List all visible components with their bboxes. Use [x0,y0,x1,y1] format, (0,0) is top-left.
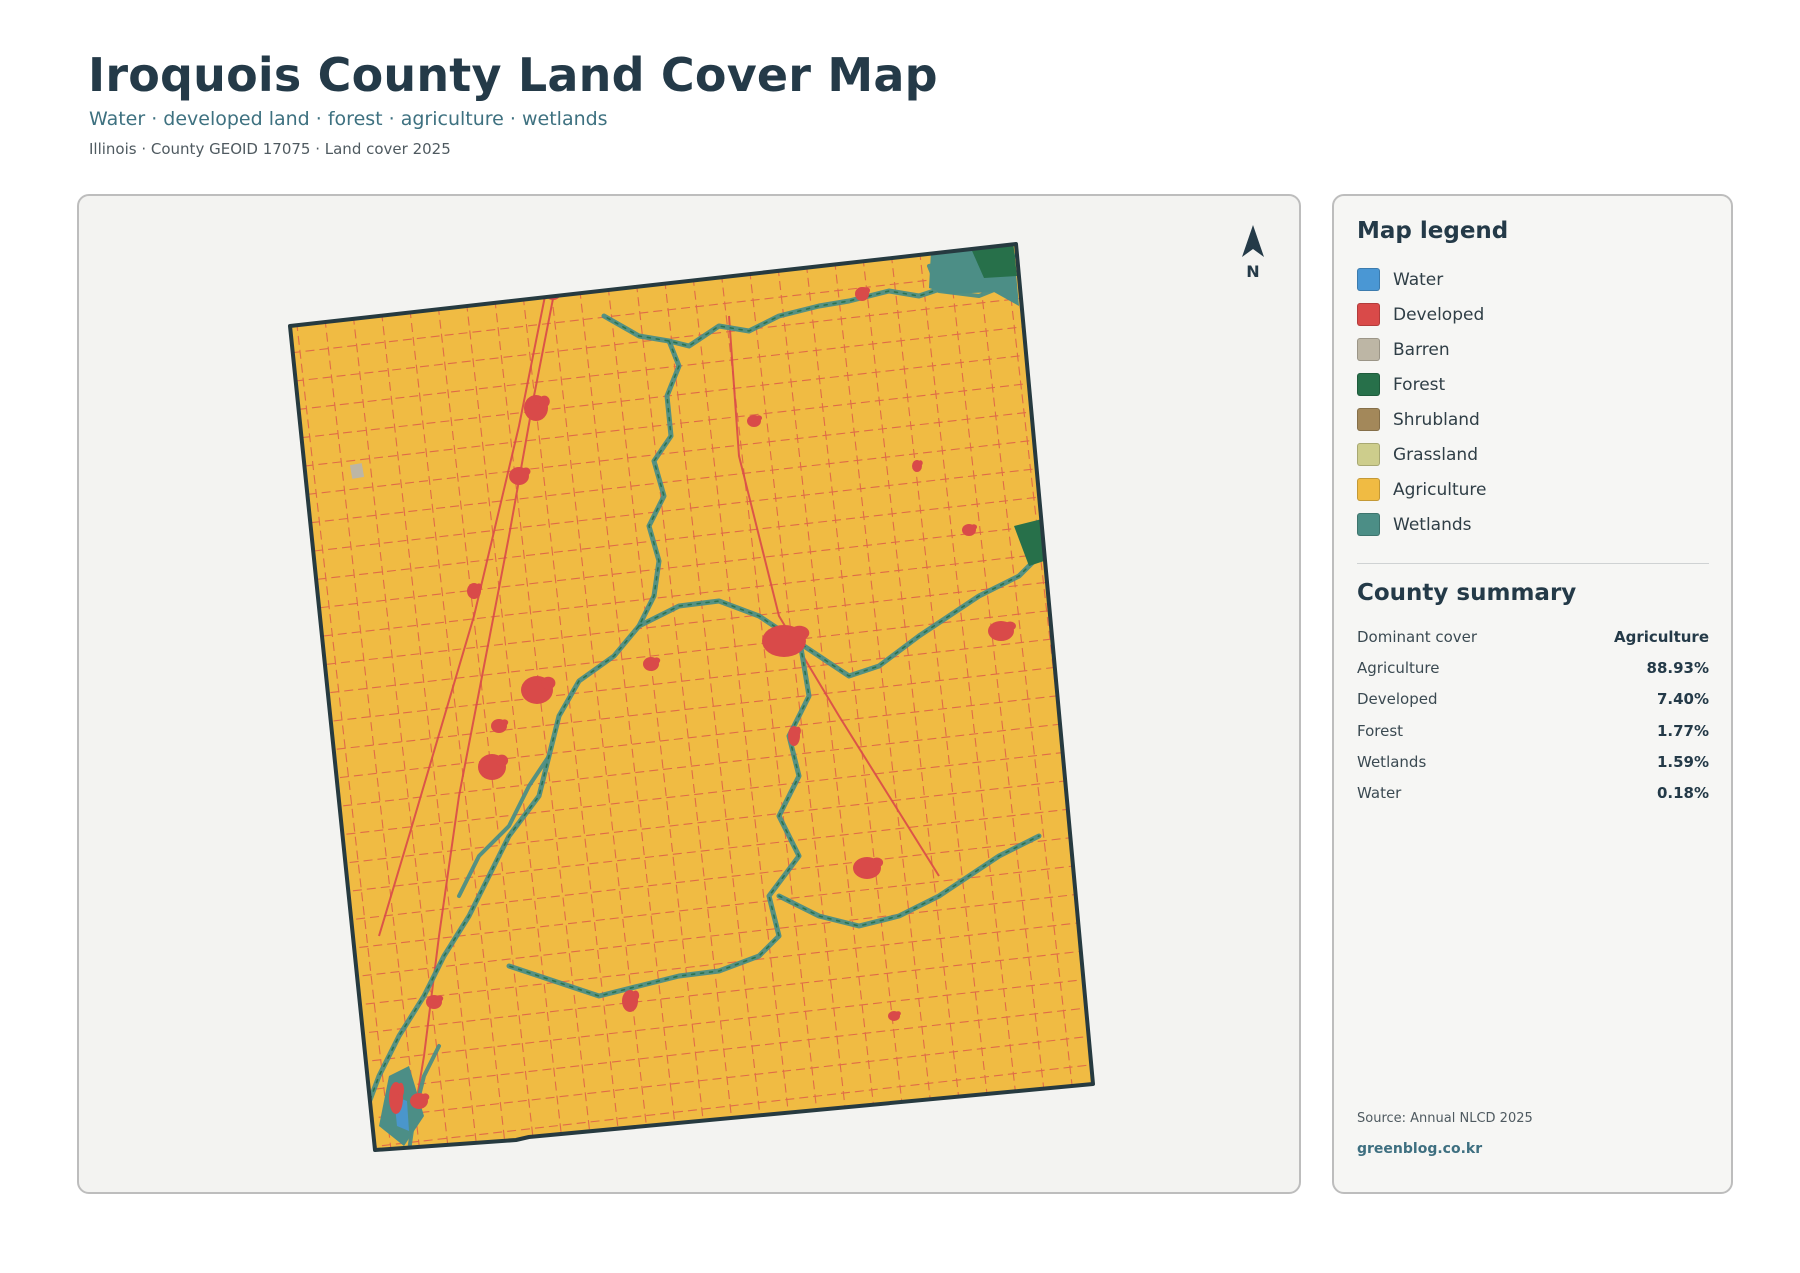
developed-town [521,467,531,476]
barren-swatch [1357,338,1380,361]
legend-item-developed: Developed [1357,297,1487,332]
developed-town [475,583,483,591]
county-area [146,196,1221,1194]
summary-label: Wetlands [1357,752,1427,771]
legend-label: Water [1393,269,1444,290]
page-title: Iroquois County Land Cover Map [88,48,938,102]
developed-town [755,415,763,421]
developed-town [539,395,550,408]
summary-row: Water 0.18% [1357,777,1709,808]
developed-town [632,990,640,1001]
developed-town [918,460,923,466]
developed-town [541,676,556,690]
north-arrow: N [1229,224,1277,281]
legend-item-shrubland: Shrubland [1357,402,1487,437]
road-line [1108,196,1221,1139]
developed-town [795,726,801,736]
developed-town [653,657,661,664]
summary-row: Wetlands 1.59% [1357,746,1709,777]
summary-label: Agriculture [1357,658,1440,677]
legend-label: Shrubland [1393,409,1480,430]
developed-town [495,754,509,767]
legend-label: Grassland [1393,444,1478,465]
grassland-swatch [1357,443,1380,466]
summary-label: Forest [1357,721,1404,740]
summary-value: 1.77% [1656,721,1709,740]
developed-town [397,1082,405,1098]
legend-item-agriculture: Agriculture [1357,472,1487,507]
water-swatch [1357,268,1380,291]
forest-swatch [1357,373,1380,396]
legend-panel: Map legend Water Developed Barren Forest… [1332,194,1733,1194]
agriculture-swatch [1357,478,1380,501]
legend-item-forest: Forest [1357,367,1487,402]
developed-town [895,1011,901,1016]
legend-label: Developed [1393,304,1485,325]
summary-row: Developed 7.40% [1357,684,1709,715]
legend-item-grassland: Grassland [1357,437,1487,472]
summary-value: 7.40% [1656,690,1709,709]
summary-value: Agriculture [1613,627,1709,646]
developed-town [436,995,444,1002]
page-meta: Illinois · County GEOID 17075 · Land cov… [89,140,451,158]
summary-label: Developed [1357,690,1438,709]
developed-town [863,287,871,294]
north-label: N [1246,262,1260,281]
land-cover-map[interactable] [79,196,1301,1194]
source-note: Source: Annual NLCD 2025 [1357,1111,1533,1126]
summary-title: County summary [1357,580,1577,606]
legend-item-wetlands: Wetlands [1357,507,1487,542]
legend-item-barren: Barren [1357,332,1487,367]
page-subtitle: Water · developed land · forest · agricu… [89,108,608,130]
summary-row: Dominant cover Agriculture [1357,621,1709,652]
developed-swatch [1357,303,1380,326]
legend-label: Barren [1393,339,1450,360]
summary-value: 88.93% [1646,658,1709,677]
legend-label: Forest [1393,374,1446,395]
credit-link[interactable]: greenblog.co.kr [1357,1141,1482,1157]
legend-label: Wetlands [1393,514,1472,535]
summary-value: 0.18% [1656,784,1709,803]
road-line [174,251,287,1194]
summary-value: 1.59% [1656,752,1709,771]
developed-town [421,1093,430,1101]
developed-town [970,524,978,530]
legend-list: Water Developed Barren Forest Shrubland … [1357,262,1487,542]
road-line [1079,244,1093,1142]
legend-label: Agriculture [1393,479,1487,500]
road-line [146,255,259,1194]
map-panel[interactable]: N [77,194,1301,1194]
developed-town [870,857,884,868]
summary-table: Dominant cover Agriculture Agriculture 8… [1357,621,1709,809]
divider [1357,563,1709,564]
summary-row: Forest 1.77% [1357,715,1709,746]
summary-row: Agriculture 88.93% [1357,652,1709,683]
developed-town [1004,621,1016,631]
summary-label: Water [1357,784,1402,803]
developed-town [501,719,509,726]
developed-town [789,625,810,641]
barren-patch [349,463,365,479]
north-arrow-icon [1242,225,1264,257]
summary-label: Dominant cover [1357,627,1478,646]
legend-item-water: Water [1357,262,1487,297]
shrubland-swatch [1357,408,1380,431]
wetlands-swatch [1357,513,1380,536]
legend-title: Map legend [1357,218,1509,244]
